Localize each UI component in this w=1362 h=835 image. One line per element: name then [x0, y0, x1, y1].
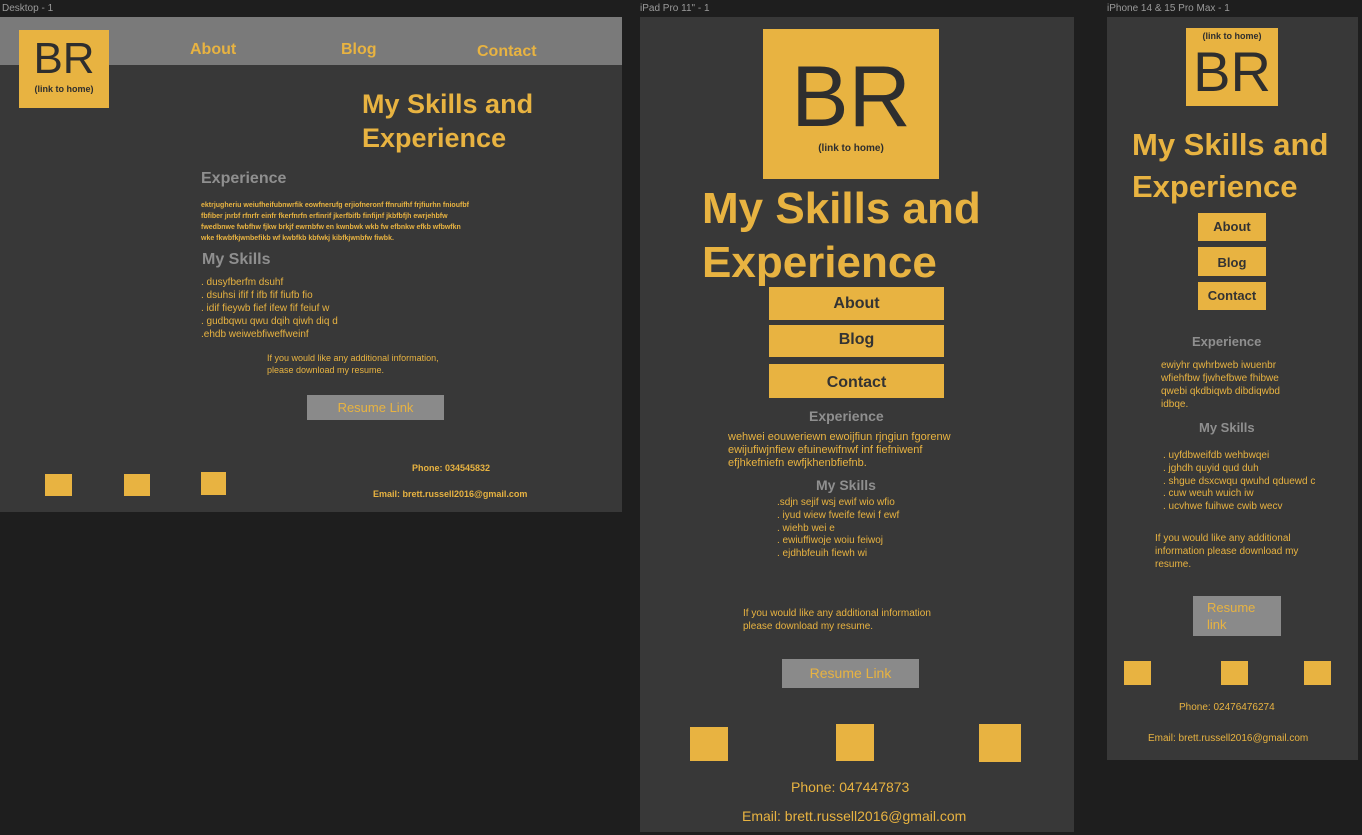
logo-link-text: (link to home) — [818, 143, 884, 154]
skills-list: . uyfdbweifdb wehbwqei . jghdh quyid qud… — [1163, 450, 1315, 514]
social-icon-3[interactable] — [201, 472, 226, 495]
nav-contact[interactable]: Contact — [477, 43, 537, 61]
skill-item: . ucvhwe fuihwe cwib wecv — [1163, 501, 1283, 513]
skill-item: . ewiuffiwoje woiu feiwoj — [777, 535, 883, 547]
iphone-frame: (link to home) BR My Skills and Experien… — [1107, 17, 1358, 760]
skill-item: . ejdhbfeuih fiewh wi — [777, 548, 868, 560]
home-logo[interactable]: BR (link to home) — [763, 29, 939, 179]
home-logo[interactable]: (link to home) BR — [1186, 28, 1278, 106]
skill-item: . wiehb wei e — [777, 522, 835, 534]
nav-blog[interactable]: Blog — [341, 41, 377, 59]
social-icon-2[interactable] — [1221, 661, 1248, 685]
resume-link-button[interactable]: Resume Link — [307, 395, 444, 420]
nav-about[interactable]: About — [769, 287, 944, 320]
nav-about[interactable]: About — [1198, 213, 1266, 241]
skills-list: . dusyfberfm dsuhf . dsuhsi ifif f ifb f… — [201, 276, 338, 341]
logo-initials: BR — [791, 49, 911, 145]
frame-label-ipad: iPad Pro 11" - 1 — [640, 3, 710, 14]
experience-heading: Experience — [809, 408, 884, 424]
skill-item: . jghdh quyid qud duh — [1163, 462, 1259, 474]
additional-info: If you would like any additional informa… — [743, 608, 931, 632]
phone-text: Phone: 02476476274 — [1179, 702, 1275, 713]
email-link[interactable]: Email: brett.russell2016@gmail.com — [742, 808, 966, 824]
skill-item: .ehdb weiwebfiweffweinf — [201, 329, 309, 340]
nav-about[interactable]: About — [190, 41, 236, 59]
experience-heading: Experience — [1192, 334, 1262, 349]
nav-blog[interactable]: Blog — [769, 325, 944, 357]
skill-item: .sdjn sejif wsj ewif wio wfio — [777, 497, 895, 508]
skills-list: .sdjn sejif wsj ewif wio wfio . iyud wie… — [777, 497, 899, 561]
skill-item: . gudbqwu qwu dqih qiwh diq d — [201, 316, 338, 327]
nav-blog[interactable]: Blog — [1198, 247, 1266, 276]
experience-heading: Experience — [201, 170, 287, 187]
skill-item: . idif fieywb fief ifew fif feiuf w — [201, 303, 330, 314]
logo-initials: BR — [1193, 40, 1271, 103]
social-icon-1[interactable] — [45, 474, 72, 496]
social-icon-2[interactable] — [124, 474, 150, 496]
logo-link-text: (link to home) — [34, 84, 94, 94]
additional-info: If you would like any additional informa… — [1155, 533, 1299, 570]
social-icon-1[interactable] — [690, 727, 728, 761]
frame-label-iphone: iPhone 14 & 15 Pro Max - 1 — [1107, 3, 1230, 14]
email-link[interactable]: Email: brett.russell2016@gmail.com — [1148, 733, 1308, 744]
page-title: My Skills and Experience — [1132, 127, 1329, 204]
social-icon-3[interactable] — [1304, 661, 1331, 685]
social-icon-1[interactable] — [1124, 661, 1151, 685]
social-icon-3[interactable] — [979, 724, 1021, 762]
skill-item: . dsuhsi ifif f ifb fif fiufb fio — [201, 290, 313, 301]
skills-heading: My Skills — [202, 251, 271, 268]
skill-item: . iyud wiew fweife fewi f ewf — [777, 509, 900, 521]
page-title: My Skills and Experience — [702, 184, 981, 287]
experience-text: ewiyhr qwhrbweb iwuenbr wfiehfbw fjwhefb… — [1161, 360, 1280, 410]
social-icon-2[interactable] — [836, 724, 874, 761]
experience-text: wehwei eouweriewn ewoijfiun rjngiun fgor… — [728, 431, 951, 469]
nav-contact[interactable]: Contact — [1198, 282, 1266, 310]
resume-link-button[interactable]: Resume link — [1193, 596, 1281, 636]
additional-info: If you would like any additional informa… — [267, 353, 439, 375]
skill-item: . shgue dsxcwqu qwuhd qduewd c — [1163, 475, 1316, 487]
phone-text: Phone: 034545832 — [412, 463, 491, 473]
ipad-frame: BR (link to home) My Skills and Experien… — [640, 17, 1074, 832]
phone-text: Phone: 047447873 — [791, 779, 910, 795]
logo-initials: BR — [33, 34, 95, 83]
page-title: My Skills and Experience — [362, 89, 534, 153]
skills-heading: My Skills — [1199, 420, 1255, 435]
frame-label-desktop: Desktop - 1 — [2, 3, 54, 14]
skill-item: . cuw weuh wuich iw — [1163, 488, 1254, 500]
skill-item: . uyfdbweifdb wehbwqei — [1163, 450, 1270, 461]
skills-heading: My Skills — [816, 477, 876, 493]
resume-link-button[interactable]: Resume Link — [782, 659, 919, 688]
home-logo[interactable]: BR (link to home) — [19, 30, 109, 108]
email-link[interactable]: Email: brett.russell2016@gmail.com — [373, 489, 527, 499]
skill-item: . dusyfberfm dsuhf — [201, 277, 284, 288]
desktop-frame: BR (link to home) About Blog Contact My … — [0, 17, 622, 512]
nav-contact[interactable]: Contact — [769, 364, 944, 398]
experience-text: ektrjugheriu weiufheifubnwrfik eowfneruf… — [201, 202, 469, 242]
